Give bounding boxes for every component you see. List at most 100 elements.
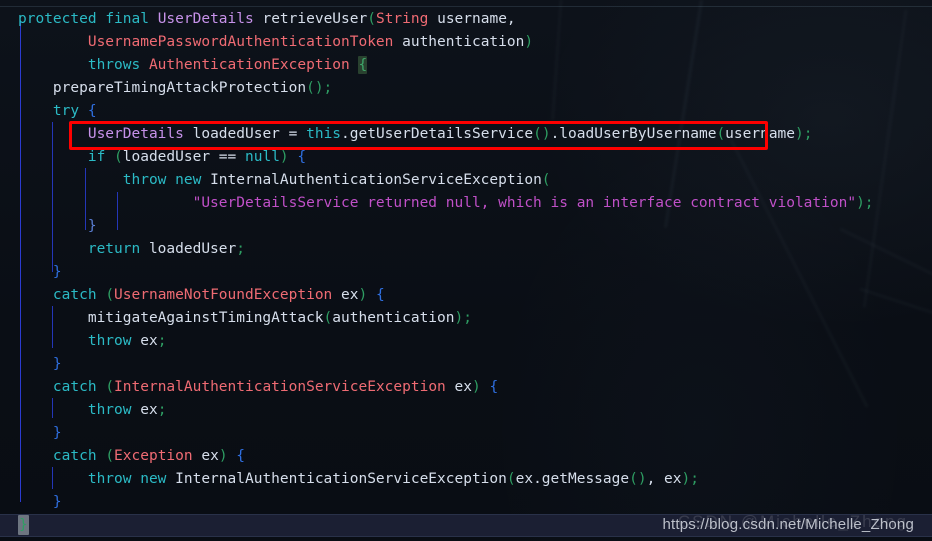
code-token: null <box>245 149 280 165</box>
code-token: } <box>18 218 97 234</box>
code-token: { <box>489 379 499 395</box>
code-token: UserDetails <box>157 11 254 27</box>
code-token: InternalAuthenticationServiceException <box>114 379 446 395</box>
code-line[interactable]: catch (UsernameNotFoundException ex) { <box>0 284 932 307</box>
code-line[interactable]: if (loadedUser == null) { <box>0 146 932 169</box>
code-line[interactable]: mitigateAgainstTimingAttack(authenticati… <box>0 307 932 330</box>
code-line-text: mitigateAgainstTimingAttack(authenticati… <box>0 307 472 330</box>
code-token: throw <box>18 333 141 349</box>
code-token: throw <box>18 172 176 188</box>
code-token: ( <box>716 126 726 142</box>
code-token: ( <box>105 287 115 303</box>
code-line-text: catch (Exception ex) { <box>0 445 245 468</box>
code-line[interactable]: } <box>0 215 932 238</box>
code-token: ( <box>114 149 123 165</box>
code-token: () <box>533 126 551 142</box>
code-token: InternalAuthenticationServiceException <box>210 172 542 188</box>
code-line[interactable]: UserDetails loadedUser = this.getUserDet… <box>0 123 932 146</box>
code-token: ); <box>795 126 813 142</box>
code-line[interactable]: prepareTimingAttackProtection(); <box>0 77 932 100</box>
code-token: } <box>18 425 62 441</box>
code-line[interactable]: catch (Exception ex) { <box>0 445 932 468</box>
code-token: ) <box>524 34 534 50</box>
code-token: username <box>725 126 796 142</box>
code-line-text: try { <box>0 100 97 123</box>
code-token: ) <box>471 379 481 395</box>
code-token: InternalAuthenticationServiceException <box>175 471 507 487</box>
code-token: { <box>375 287 385 303</box>
code-line-text: throw new InternalAuthenticationServiceE… <box>0 468 699 491</box>
code-line-text: throws AuthenticationException { <box>0 54 368 77</box>
code-token: ; <box>864 195 874 211</box>
code-line[interactable]: } <box>0 422 932 445</box>
code-token: ); <box>454 310 472 326</box>
code-token: ex <box>664 471 682 487</box>
code-line-text: } <box>0 514 29 537</box>
code-line[interactable]: protected final UserDetails retrieveUser… <box>0 8 932 31</box>
code-line[interactable]: try { <box>0 100 932 123</box>
code-token: ex <box>192 448 219 464</box>
code-token: loadedUser <box>122 149 219 165</box>
code-token: () <box>629 471 647 487</box>
code-line-text: if (loadedUser == null) { <box>0 146 306 169</box>
code-line[interactable]: } <box>0 514 932 537</box>
code-line-text: } <box>0 422 62 445</box>
code-line[interactable]: throw ex; <box>0 330 932 353</box>
code-token: ex <box>140 333 158 349</box>
code-line[interactable]: catch (InternalAuthenticationServiceExce… <box>0 376 932 399</box>
code-token: "UserDetailsService returned null, which… <box>18 195 857 211</box>
code-line[interactable]: throw new InternalAuthenticationServiceE… <box>0 468 932 491</box>
code-token: { <box>358 56 368 74</box>
code-token: { <box>297 149 307 165</box>
code-token: == <box>218 149 245 165</box>
code-token: ex <box>515 471 534 487</box>
code-line-text: } <box>0 491 62 514</box>
code-token: ( <box>323 310 333 326</box>
code-line-text: "UserDetailsService returned null, which… <box>0 192 874 215</box>
code-line-text: throw ex; <box>0 330 167 353</box>
code-line[interactable]: throws AuthenticationException { <box>0 54 932 77</box>
code-token: , <box>646 471 665 487</box>
code-token: UserDetails <box>18 126 184 142</box>
code-editor-pane[interactable]: protected final UserDetails retrieveUser… <box>0 0 932 541</box>
code-token: UsernamePasswordAuthenticationToken <box>18 34 394 50</box>
code-token: ) <box>856 195 865 211</box>
code-line[interactable]: throw new InternalAuthenticationServiceE… <box>0 169 932 192</box>
code-token: if <box>18 149 115 165</box>
code-token: ( <box>367 11 376 27</box>
code-line[interactable]: } <box>0 491 932 514</box>
code-token: retrieveUser <box>253 11 368 27</box>
code-token: { <box>87 103 97 119</box>
code-token: ; <box>236 241 245 257</box>
code-line-text: } <box>0 215 97 238</box>
code-token: .loadUserByUsername <box>550 126 717 142</box>
code-line-text: } <box>0 261 62 284</box>
code-token: authentication <box>332 310 455 326</box>
code-line-text: throw new InternalAuthenticationServiceE… <box>0 169 551 192</box>
code-token: throw <box>18 402 141 418</box>
code-token: username, <box>428 11 516 27</box>
code-line[interactable]: UsernamePasswordAuthenticationToken auth… <box>0 31 932 54</box>
code-lines-container: protected final UserDetails retrieveUser… <box>0 8 932 537</box>
code-token: return <box>18 241 149 257</box>
code-token: ( <box>105 448 115 464</box>
code-token: } <box>18 356 62 372</box>
code-token: ex <box>332 287 359 303</box>
code-token: loadedUser <box>183 126 289 142</box>
code-line-text: protected final UserDetails retrieveUser… <box>0 8 516 31</box>
code-line[interactable]: } <box>0 353 932 376</box>
code-token: new <box>140 471 176 487</box>
code-token: } <box>18 494 62 510</box>
code-token: catch <box>18 448 106 464</box>
code-line[interactable]: return loadedUser; <box>0 238 932 261</box>
code-line[interactable]: } <box>0 261 932 284</box>
code-token: String <box>375 11 429 27</box>
code-token: catch <box>18 287 106 303</box>
code-token: mitigateAgainstTimingAttack <box>18 310 324 326</box>
code-token: ); <box>681 471 699 487</box>
code-token: ; <box>157 333 167 349</box>
code-line[interactable]: "UserDetailsService returned null, which… <box>0 192 932 215</box>
code-line-text: } <box>0 353 62 376</box>
code-token: { <box>236 448 246 464</box>
code-line[interactable]: throw ex; <box>0 399 932 422</box>
